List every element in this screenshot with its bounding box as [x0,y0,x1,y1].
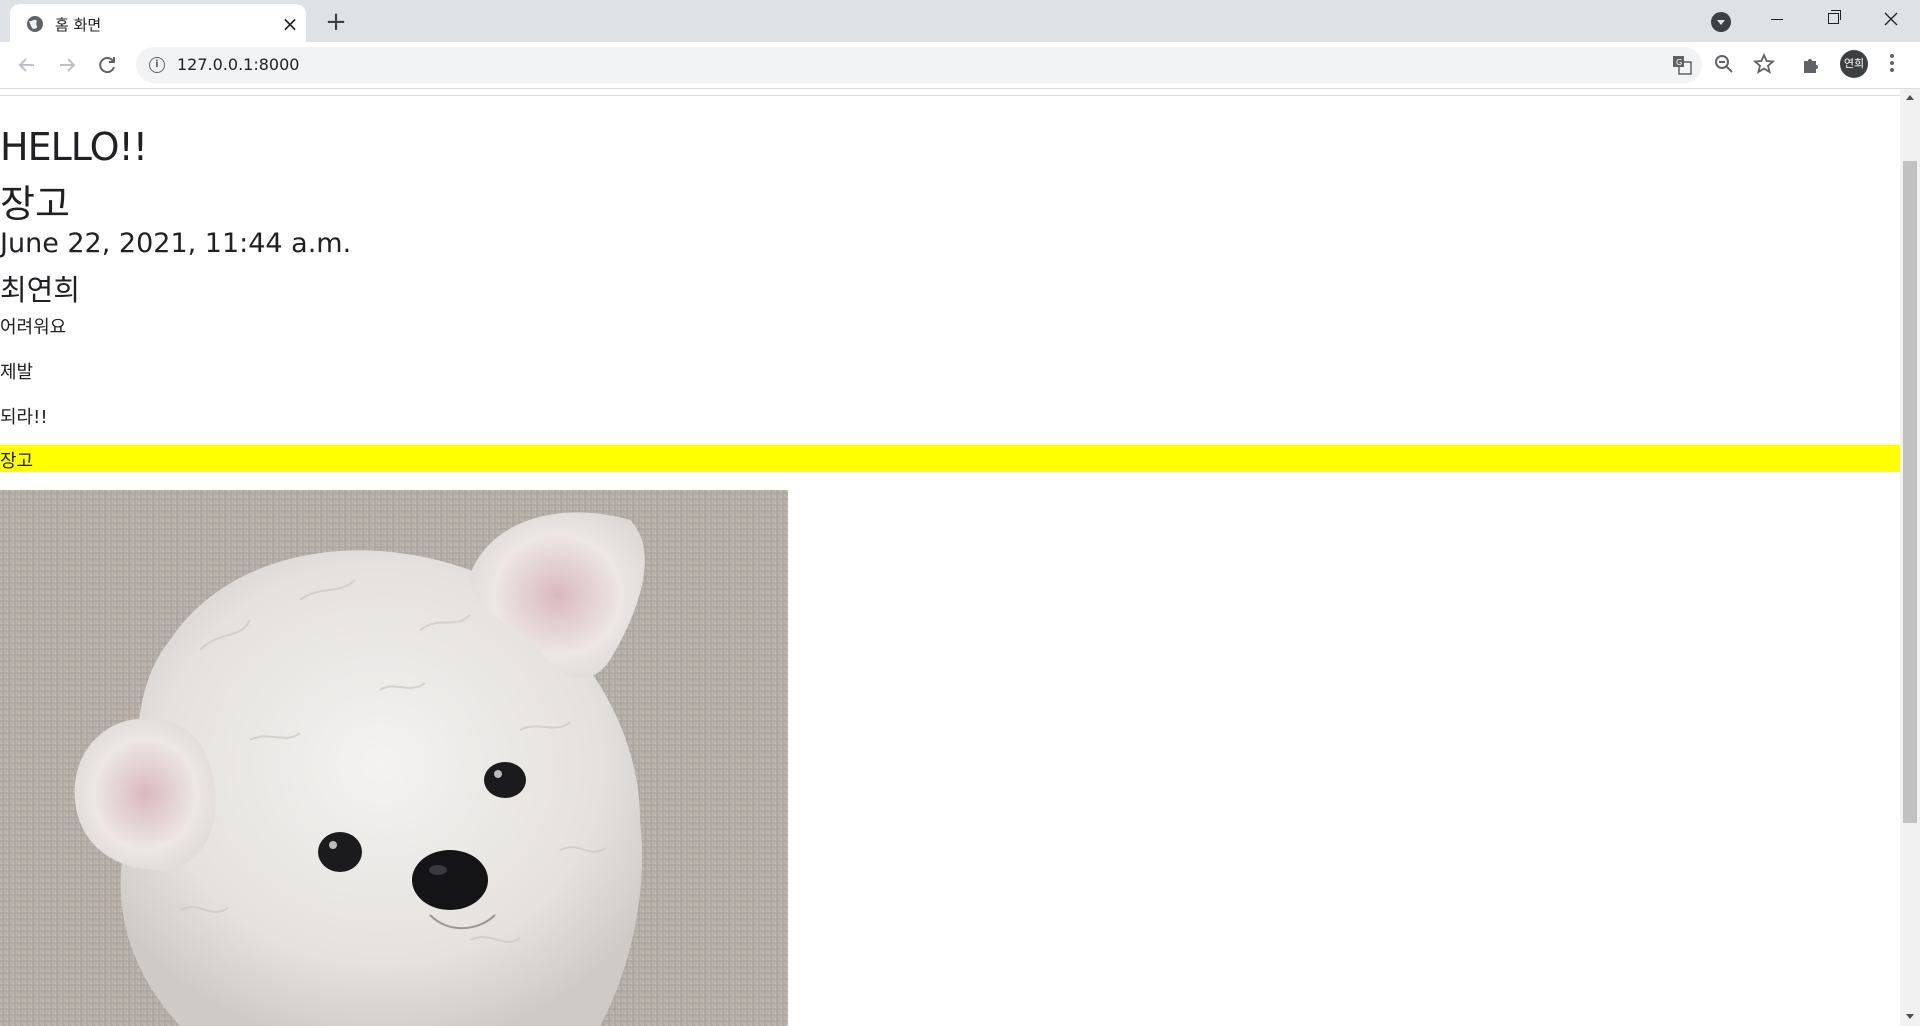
globe-icon [27,16,43,32]
tab-search-icon[interactable] [1711,12,1731,32]
dog-photo [0,490,788,1026]
scroll-up-icon[interactable] [1906,95,1914,100]
avatar[interactable]: 연희 [1840,50,1868,78]
forward-icon[interactable] [52,50,82,80]
back-icon[interactable] [12,50,42,80]
browser-toolbar: i 127.0.0.1:8000 G 연희 [0,42,1920,89]
site-info-icon[interactable]: i [149,57,165,73]
reload-icon[interactable] [92,50,122,80]
new-tab-button[interactable]: + [322,8,350,36]
menu-icon[interactable] [1884,52,1900,78]
post-date: June 22, 2021, 11:44 a.m. [0,228,352,259]
post-paragraph: 제발 [0,362,34,383]
zoom-icon[interactable] [1712,52,1736,76]
highlight-bar: 장고 [0,445,1900,472]
divider [0,95,1900,96]
restore-button[interactable] [1806,0,1860,38]
scroll-down-icon[interactable] [1906,1014,1914,1019]
browser-tab[interactable]: 홈 화면 × [10,4,306,42]
close-window-button[interactable] [1864,0,1918,38]
close-icon [1884,12,1898,26]
tab-title: 홈 화면 [55,16,102,34]
minimize-button[interactable] [1750,0,1804,38]
post-paragraph: 어려워요 [0,317,67,338]
tab-close-icon[interactable]: × [280,14,300,34]
post-paragraph: 되라!! [0,407,48,428]
vertical-scrollbar[interactable] [1900,89,1920,1026]
extensions-icon[interactable] [1800,52,1824,76]
bookmark-star-icon[interactable] [1752,52,1776,76]
page-heading: HELLO!! [0,125,148,169]
post-title: 장고 [0,182,70,226]
scrollbar-thumb[interactable] [1903,161,1917,823]
url-text[interactable]: 127.0.0.1:8000 [177,55,299,74]
highlight-text: 장고 [0,451,34,472]
address-bar[interactable]: i 127.0.0.1:8000 G [136,47,1702,83]
browser-titlebar: 홈 화면 × + [0,0,1920,42]
svg-text:G: G [1676,58,1682,67]
post-author: 최연희 [0,273,81,307]
translate-icon[interactable]: G [1671,54,1693,76]
page-viewport: HELLO!! 장고 June 22, 2021, 11:44 a.m. 최연희… [0,89,1900,1026]
